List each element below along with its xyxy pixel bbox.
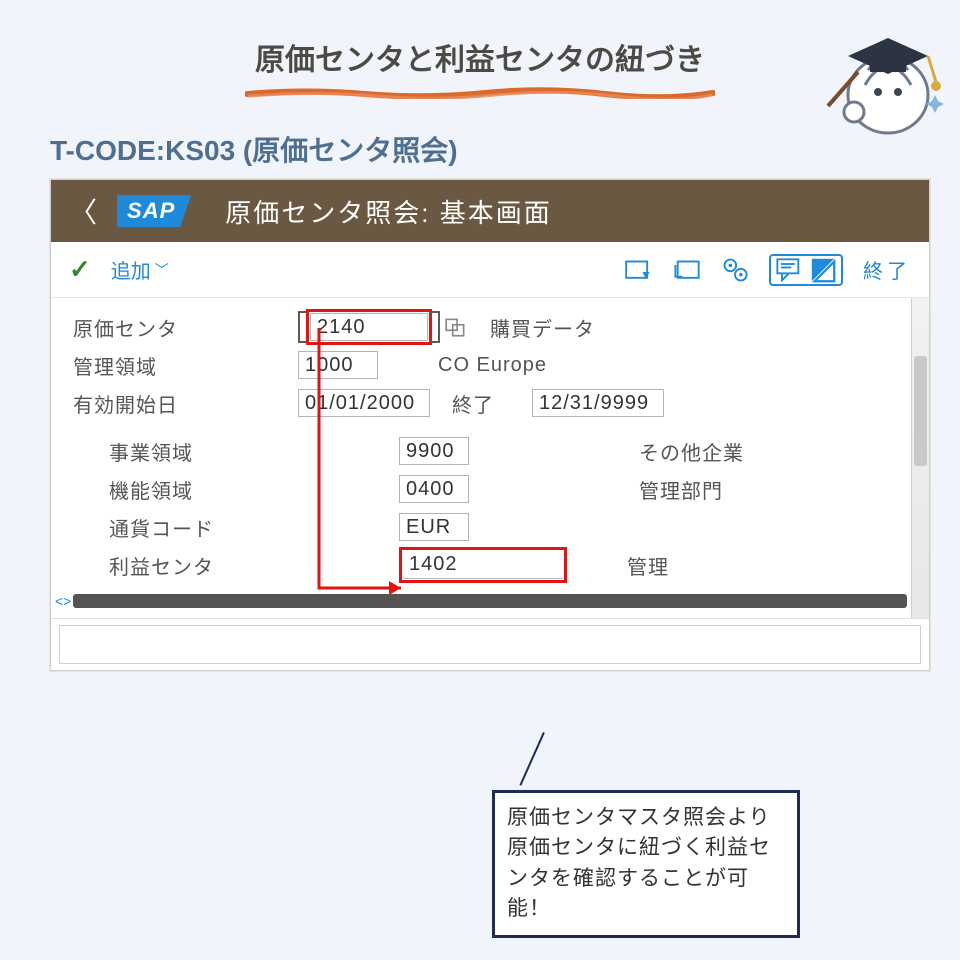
label-cost-center: 原価センタ: [73, 313, 298, 342]
highlight-cost-center: [306, 309, 432, 345]
hscroll-track[interactable]: [73, 594, 907, 608]
back-icon[interactable]: 〈: [63, 191, 103, 231]
label-func-area: 機能領域: [109, 475, 399, 504]
gear-icon[interactable]: [721, 258, 749, 282]
label-biz-area: 事業領域: [109, 437, 399, 466]
sap-screen-title: 原価センタ照会: 基本画面: [225, 193, 551, 230]
mascot-illustration: [810, 0, 960, 150]
callout-leader-line: [519, 732, 544, 786]
comment-icon: [775, 258, 803, 282]
row-biz-area: 事業領域 その他企業: [51, 432, 929, 470]
desc-cost-center: 購買データ: [490, 313, 595, 342]
label-valid-to: 終了: [452, 389, 532, 418]
callout-box: 原価センタマスタ照会より原価センタに紐づく利益センタを確認することが可能！: [492, 790, 800, 938]
sap-header-bar: 〈 SAP 原価センタ照会: 基本画面: [51, 180, 929, 242]
bracket-right-icon: [430, 311, 440, 343]
input-currency[interactable]: [399, 513, 469, 541]
status-bar: [51, 618, 929, 670]
sap-logo: SAP: [117, 195, 191, 227]
sap-body: 原価センタ 購買データ 管理領域 CO Europe 有効開始日 終了: [51, 298, 929, 618]
desc-ctrl-area: CO Europe: [438, 354, 547, 377]
input-valid-to[interactable]: [532, 389, 664, 417]
row-cost-center: 原価センタ 購買データ: [51, 308, 929, 346]
input-cost-center[interactable]: [310, 313, 428, 341]
input-func-area[interactable]: [399, 475, 469, 503]
vertical-scrollbar[interactable]: [911, 298, 929, 618]
label-currency: 通貨コード: [109, 513, 399, 542]
highlight-profit-center: [399, 547, 567, 583]
desc-func-area: 管理部門: [639, 475, 723, 504]
title-underline: [245, 87, 715, 99]
triangle-icon: [809, 258, 837, 282]
exit-button[interactable]: 終了: [863, 255, 911, 284]
check-icon[interactable]: ✓: [69, 254, 91, 285]
input-valid-from[interactable]: [298, 389, 430, 417]
desc-profit-center: 管理: [627, 551, 669, 580]
status-input[interactable]: [59, 625, 921, 664]
row-profit-center: 利益センタ 管理: [51, 546, 929, 584]
sap-toolbar: ✓ 追加 ﹀ 終了: [51, 242, 929, 298]
horizontal-scrollbar[interactable]: < > < >: [51, 590, 929, 612]
desc-biz-area: その他企業: [639, 437, 744, 466]
row-currency: 通貨コード: [51, 508, 929, 546]
layout-icon-2[interactable]: [673, 258, 701, 282]
row-valid-dates: 有効開始日 終了: [51, 384, 929, 422]
sap-window: 〈 SAP 原価センタ照会: 基本画面 ✓ 追加 ﹀ 終了: [50, 179, 930, 671]
input-profit-center[interactable]: [403, 551, 563, 579]
label-profit-center: 利益センタ: [109, 551, 399, 580]
label-valid-from: 有効開始日: [73, 389, 298, 418]
add-menu[interactable]: 追加 ﹀: [111, 255, 169, 284]
scroll-left-icon[interactable]: < >: [55, 593, 69, 609]
add-label: 追加: [111, 255, 151, 284]
row-func-area: 機能領域 管理部門: [51, 470, 929, 508]
value-help-icon[interactable]: [444, 315, 468, 339]
input-ctrl-area[interactable]: [298, 351, 378, 379]
layout-icon-1[interactable]: [625, 258, 653, 282]
framed-tool-group[interactable]: [769, 254, 843, 286]
input-biz-area[interactable]: [399, 437, 469, 465]
label-ctrl-area: 管理領域: [73, 351, 298, 380]
chevron-down-icon: ﹀: [155, 260, 169, 280]
row-ctrl-area: 管理領域 CO Europe: [51, 346, 929, 384]
